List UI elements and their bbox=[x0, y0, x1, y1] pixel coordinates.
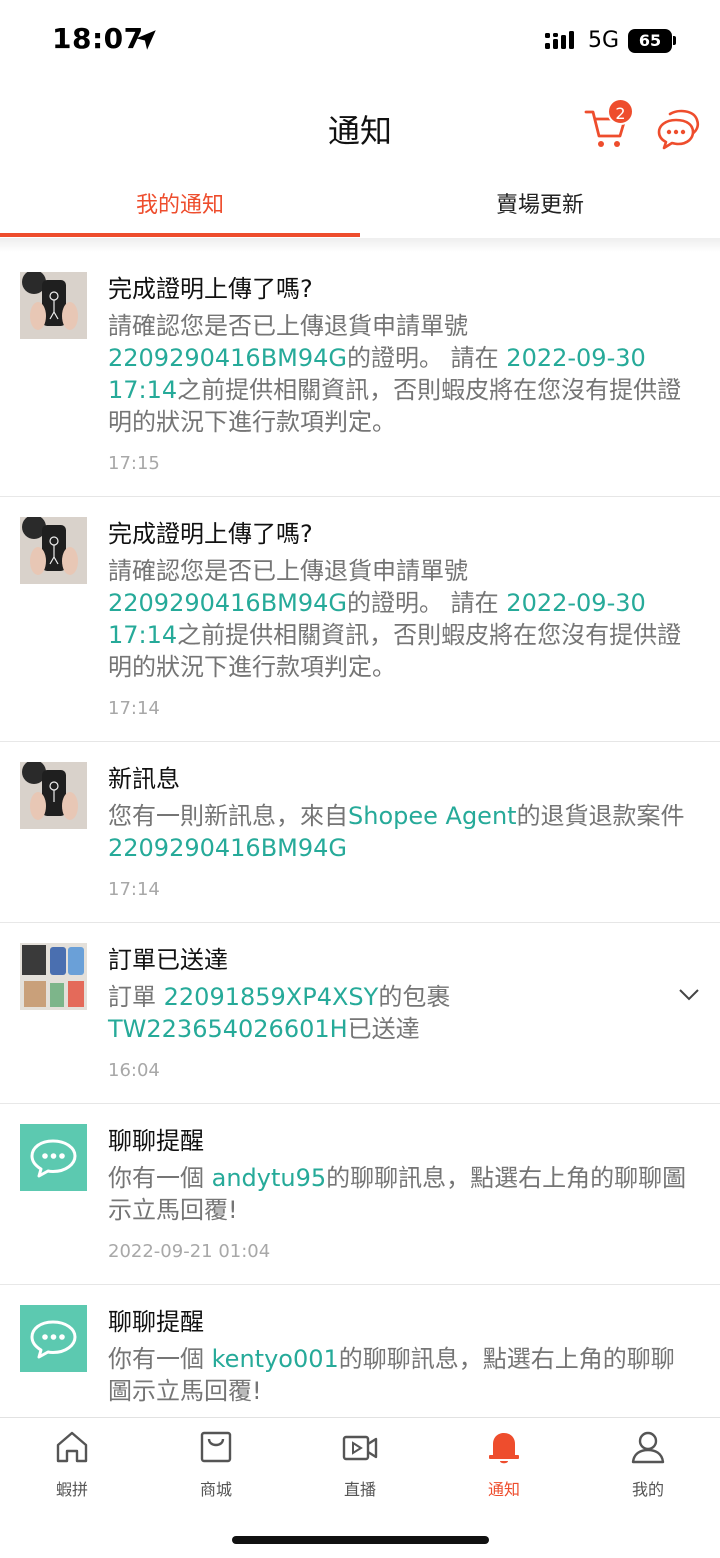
order-link[interactable]: 2209290416BM94G bbox=[108, 589, 347, 617]
order-link[interactable]: 2209290416BM94G bbox=[108, 344, 347, 372]
nav-profile[interactable]: 我的 bbox=[576, 1428, 720, 1508]
notification-text: 您有一則新訊息，來自Shopee Agent的退貨退款案件2209290416B… bbox=[108, 802, 685, 862]
tabs-shadow bbox=[0, 238, 720, 252]
header: 通知 bbox=[0, 80, 720, 175]
nav-notifications[interactable]: 通知 bbox=[432, 1428, 576, 1508]
phone-case-image bbox=[20, 272, 87, 339]
notification-title: 完成證明上傳了嗎? bbox=[108, 520, 313, 548]
tracking-link[interactable]: TW223654026601H bbox=[108, 1015, 348, 1043]
tab-my-notifications[interactable]: 我的通知 bbox=[0, 175, 360, 237]
notification-text: 你有一個 kentyo001的聊聊訊息，點選右上角的聊聊圖示立馬回覆! bbox=[108, 1345, 675, 1405]
notification-list[interactable]: 完成證明上傳了嗎? 請確認您是否已上傳退貨申請單號2209290416BM94G… bbox=[0, 252, 720, 1417]
phone-case-image bbox=[20, 517, 87, 584]
notification-title: 訂單已送達 bbox=[108, 946, 228, 974]
chat-thumbnail bbox=[20, 1124, 87, 1191]
battery-tip bbox=[673, 36, 676, 45]
tab-bar: 我的通知 賣場更新 bbox=[0, 175, 720, 240]
notification-text: 請確認您是否已上傳退貨申請單號2209290416BM94G的證明。 請在 20… bbox=[108, 557, 682, 681]
notification-title: 完成證明上傳了嗎? bbox=[108, 275, 313, 303]
sender-link[interactable]: Shopee Agent bbox=[348, 802, 517, 830]
chat-bubble-icon bbox=[30, 1139, 77, 1178]
user-link[interactable]: kentyo001 bbox=[212, 1345, 339, 1373]
notification-title: 聊聊提醒 bbox=[108, 1308, 204, 1336]
product-thumbnail bbox=[20, 517, 87, 584]
product-thumbnail bbox=[20, 272, 87, 339]
nav-label: 我的 bbox=[631, 1480, 664, 1499]
notification-item[interactable]: 新訊息 您有一則新訊息，來自Shopee Agent的退貨退款案件2209290… bbox=[0, 742, 720, 923]
battery-level: 65 bbox=[628, 29, 672, 53]
signal-icon bbox=[545, 31, 574, 49]
product-thumbnail bbox=[20, 943, 87, 1010]
profile-icon bbox=[631, 1431, 665, 1464]
nav-label: 蝦拼 bbox=[55, 1480, 88, 1499]
nav-label: 商城 bbox=[199, 1480, 232, 1499]
product-thumbnail bbox=[20, 762, 87, 829]
notification-time: 17:14 bbox=[108, 698, 160, 719]
nav-label: 直播 bbox=[343, 1480, 376, 1499]
status-bar: 18:07 5G 65 bbox=[0, 0, 720, 80]
tab-shop-updates[interactable]: 賣場更新 bbox=[360, 175, 720, 237]
location-arrow-icon bbox=[136, 30, 156, 50]
chat-icon[interactable] bbox=[656, 108, 702, 150]
notification-time: 16:04 bbox=[108, 1060, 160, 1081]
notification-item[interactable]: 聊聊提醒 你有一個 kentyo001的聊聊訊息，點選右上角的聊聊圖示立馬回覆! bbox=[0, 1285, 720, 1417]
network-type: 5G bbox=[588, 28, 620, 53]
case-link[interactable]: 2209290416BM94G bbox=[108, 834, 347, 862]
notification-text: 你有一個 andytu95的聊聊訊息，點選右上角的聊聊圖示立馬回覆! bbox=[108, 1164, 687, 1224]
notification-title: 聊聊提醒 bbox=[108, 1127, 204, 1155]
chat-bubble-icon bbox=[30, 1320, 77, 1359]
notification-item[interactable]: 完成證明上傳了嗎? 請確認您是否已上傳退貨申請單號2209290416BM94G… bbox=[0, 252, 720, 497]
nav-mall[interactable]: 商城 bbox=[144, 1428, 288, 1508]
notification-item[interactable]: 訂單已送達 訂單 22091859XP4XSY的包裹 TW223654026601… bbox=[0, 923, 720, 1104]
product-collage-image bbox=[20, 943, 87, 1010]
nav-label: 通知 bbox=[487, 1480, 520, 1499]
live-video-icon bbox=[342, 1435, 378, 1461]
chat-thumbnail bbox=[20, 1305, 87, 1372]
notification-time: 2022-09-21 01:04 bbox=[108, 1241, 271, 1262]
status-time: 18:07 bbox=[52, 22, 144, 55]
notification-time: 17:14 bbox=[108, 879, 160, 900]
active-tab-indicator bbox=[0, 233, 360, 237]
cart-badge: 2 bbox=[607, 98, 634, 125]
notification-time: 17:15 bbox=[108, 453, 160, 474]
nav-home[interactable]: 蝦拼 bbox=[0, 1428, 144, 1508]
home-indicator bbox=[232, 1536, 489, 1544]
order-link[interactable]: 22091859XP4XSY bbox=[164, 983, 379, 1011]
notification-item[interactable]: 完成證明上傳了嗎? 請確認您是否已上傳退貨申請單號2209290416BM94G… bbox=[0, 497, 720, 742]
chevron-down-icon[interactable] bbox=[678, 983, 700, 1005]
notification-title: 新訊息 bbox=[108, 765, 180, 793]
nav-live[interactable]: 直播 bbox=[288, 1428, 432, 1508]
mall-bag-icon bbox=[200, 1431, 232, 1463]
home-icon bbox=[56, 1431, 88, 1463]
user-link[interactable]: andytu95 bbox=[212, 1164, 327, 1192]
notification-text: 訂單 22091859XP4XSY的包裹 TW223654026601H已送達 bbox=[108, 983, 451, 1043]
phone-case-image bbox=[20, 762, 87, 829]
bell-icon bbox=[489, 1433, 519, 1464]
notification-text: 請確認您是否已上傳退貨申請單號2209290416BM94G的證明。 請在 20… bbox=[108, 312, 682, 436]
notification-item[interactable]: 聊聊提醒 你有一個 andytu95的聊聊訊息，點選右上角的聊聊圖示立馬回覆! … bbox=[0, 1104, 720, 1285]
